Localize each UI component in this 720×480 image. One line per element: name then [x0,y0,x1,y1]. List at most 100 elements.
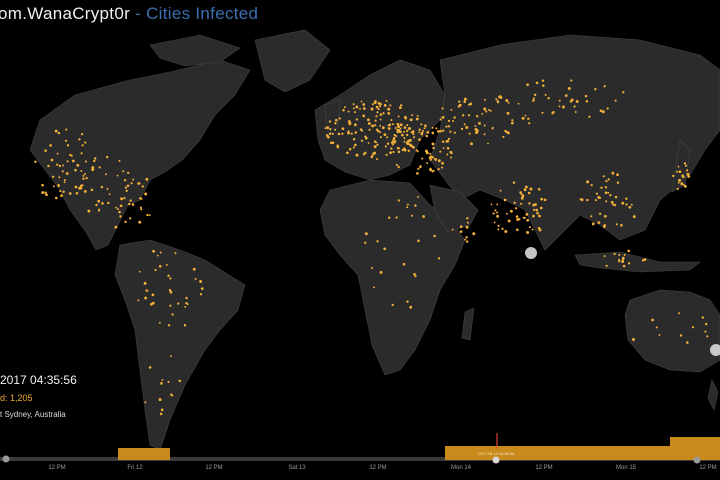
infection-dot [106,187,109,190]
infection-dot [354,131,358,134]
infection-dot [616,173,619,177]
infection-dot [492,212,495,215]
infection-dot [445,125,448,128]
infection-dot [441,140,445,143]
infection-dot [437,257,441,260]
infection-dot [116,174,119,177]
infection-dot [367,142,370,144]
infection-dot [395,163,398,166]
infection-dot [603,255,606,258]
infection-dot [418,138,421,141]
infection-dot [61,170,64,173]
infection-dot [376,129,380,133]
infection-dot [605,179,608,183]
infection-dot [588,115,591,118]
infection-dot [567,87,571,90]
timeline-left-handle[interactable] [2,455,10,463]
infection-dot [167,274,170,277]
infection-dot [93,159,96,163]
infection-dot [535,81,539,85]
infection-dot [701,316,705,319]
infection-dot [453,116,456,119]
infection-dot [514,207,518,210]
infection-dot [417,195,419,198]
infection-dot [397,147,400,150]
infection-dot [393,133,396,137]
infection-dot [506,131,510,135]
infection-dot [441,107,444,110]
infection-dot [390,147,393,150]
infection-dot [376,143,379,146]
infection-dot [401,133,404,137]
infection-dot [472,232,476,236]
infection-dot [523,188,527,192]
infection-dot [498,95,501,99]
infection-dot [397,165,400,169]
infection-dot [169,304,172,307]
infection-dot [493,221,496,224]
infection-dot [422,215,425,218]
infection-dot [379,118,382,121]
infection-dot [382,112,385,115]
infection-dot [143,281,147,285]
infection-dot [416,172,419,175]
infection-dot [66,144,70,147]
infection-dot [118,210,121,214]
infection-dot [532,214,535,218]
infection-dot [183,323,187,327]
infection-dot [585,99,589,103]
infection-dot [447,125,451,128]
infection-dot [371,267,373,269]
infection-dot [417,239,420,243]
infection-dot [160,382,163,385]
infection-dot [184,305,187,308]
infection-dot [391,303,394,307]
infection-dot [497,228,500,231]
infection-dot [467,221,469,224]
infection-dot [404,116,408,120]
infection-dot [542,84,545,87]
infection-dot [355,118,359,121]
infection-dot [177,302,180,305]
infection-dot [499,189,502,192]
infection-dot [348,148,352,151]
land-new-zealand [707,379,719,411]
infection-dot [682,175,685,179]
infection-dot [481,112,484,115]
infection-dot [57,131,61,135]
infection-dot [379,102,382,106]
infection-dot [416,114,419,117]
timeline-tick: Mon 15 [615,465,637,471]
infection-dot [409,118,413,122]
timeline[interactable]: 2017.05.14 04:35:56 [0,430,720,480]
infection-dot [691,326,695,329]
infection-dot [509,209,513,213]
infection-dot [450,108,453,111]
infection-dot [686,341,689,344]
infection-dot [98,209,100,212]
infection-dot [85,176,88,180]
infection-dot [612,203,615,206]
infection-dot [569,99,573,103]
infection-dot [520,196,524,200]
infection-dot [145,289,148,292]
infection-dot [354,123,357,127]
infection-dot [91,166,95,170]
infection-dot [199,293,203,296]
infection-dot [66,160,69,163]
infection-dot [171,313,174,316]
infection-dot [485,110,488,113]
infection-dot [118,159,121,162]
infection-dot [379,131,381,134]
infection-dot [338,117,341,120]
infection-dot [138,220,142,224]
infection-dot [570,79,573,82]
timeline-right-handle[interactable] [693,456,701,464]
infection-dot [406,203,409,206]
infection-dot [119,215,122,218]
timeline-scrubber[interactable] [492,456,500,464]
infection-dot [158,321,161,324]
infection-dot [677,165,680,168]
infection-dot [607,178,610,181]
infection-dot [52,185,55,188]
